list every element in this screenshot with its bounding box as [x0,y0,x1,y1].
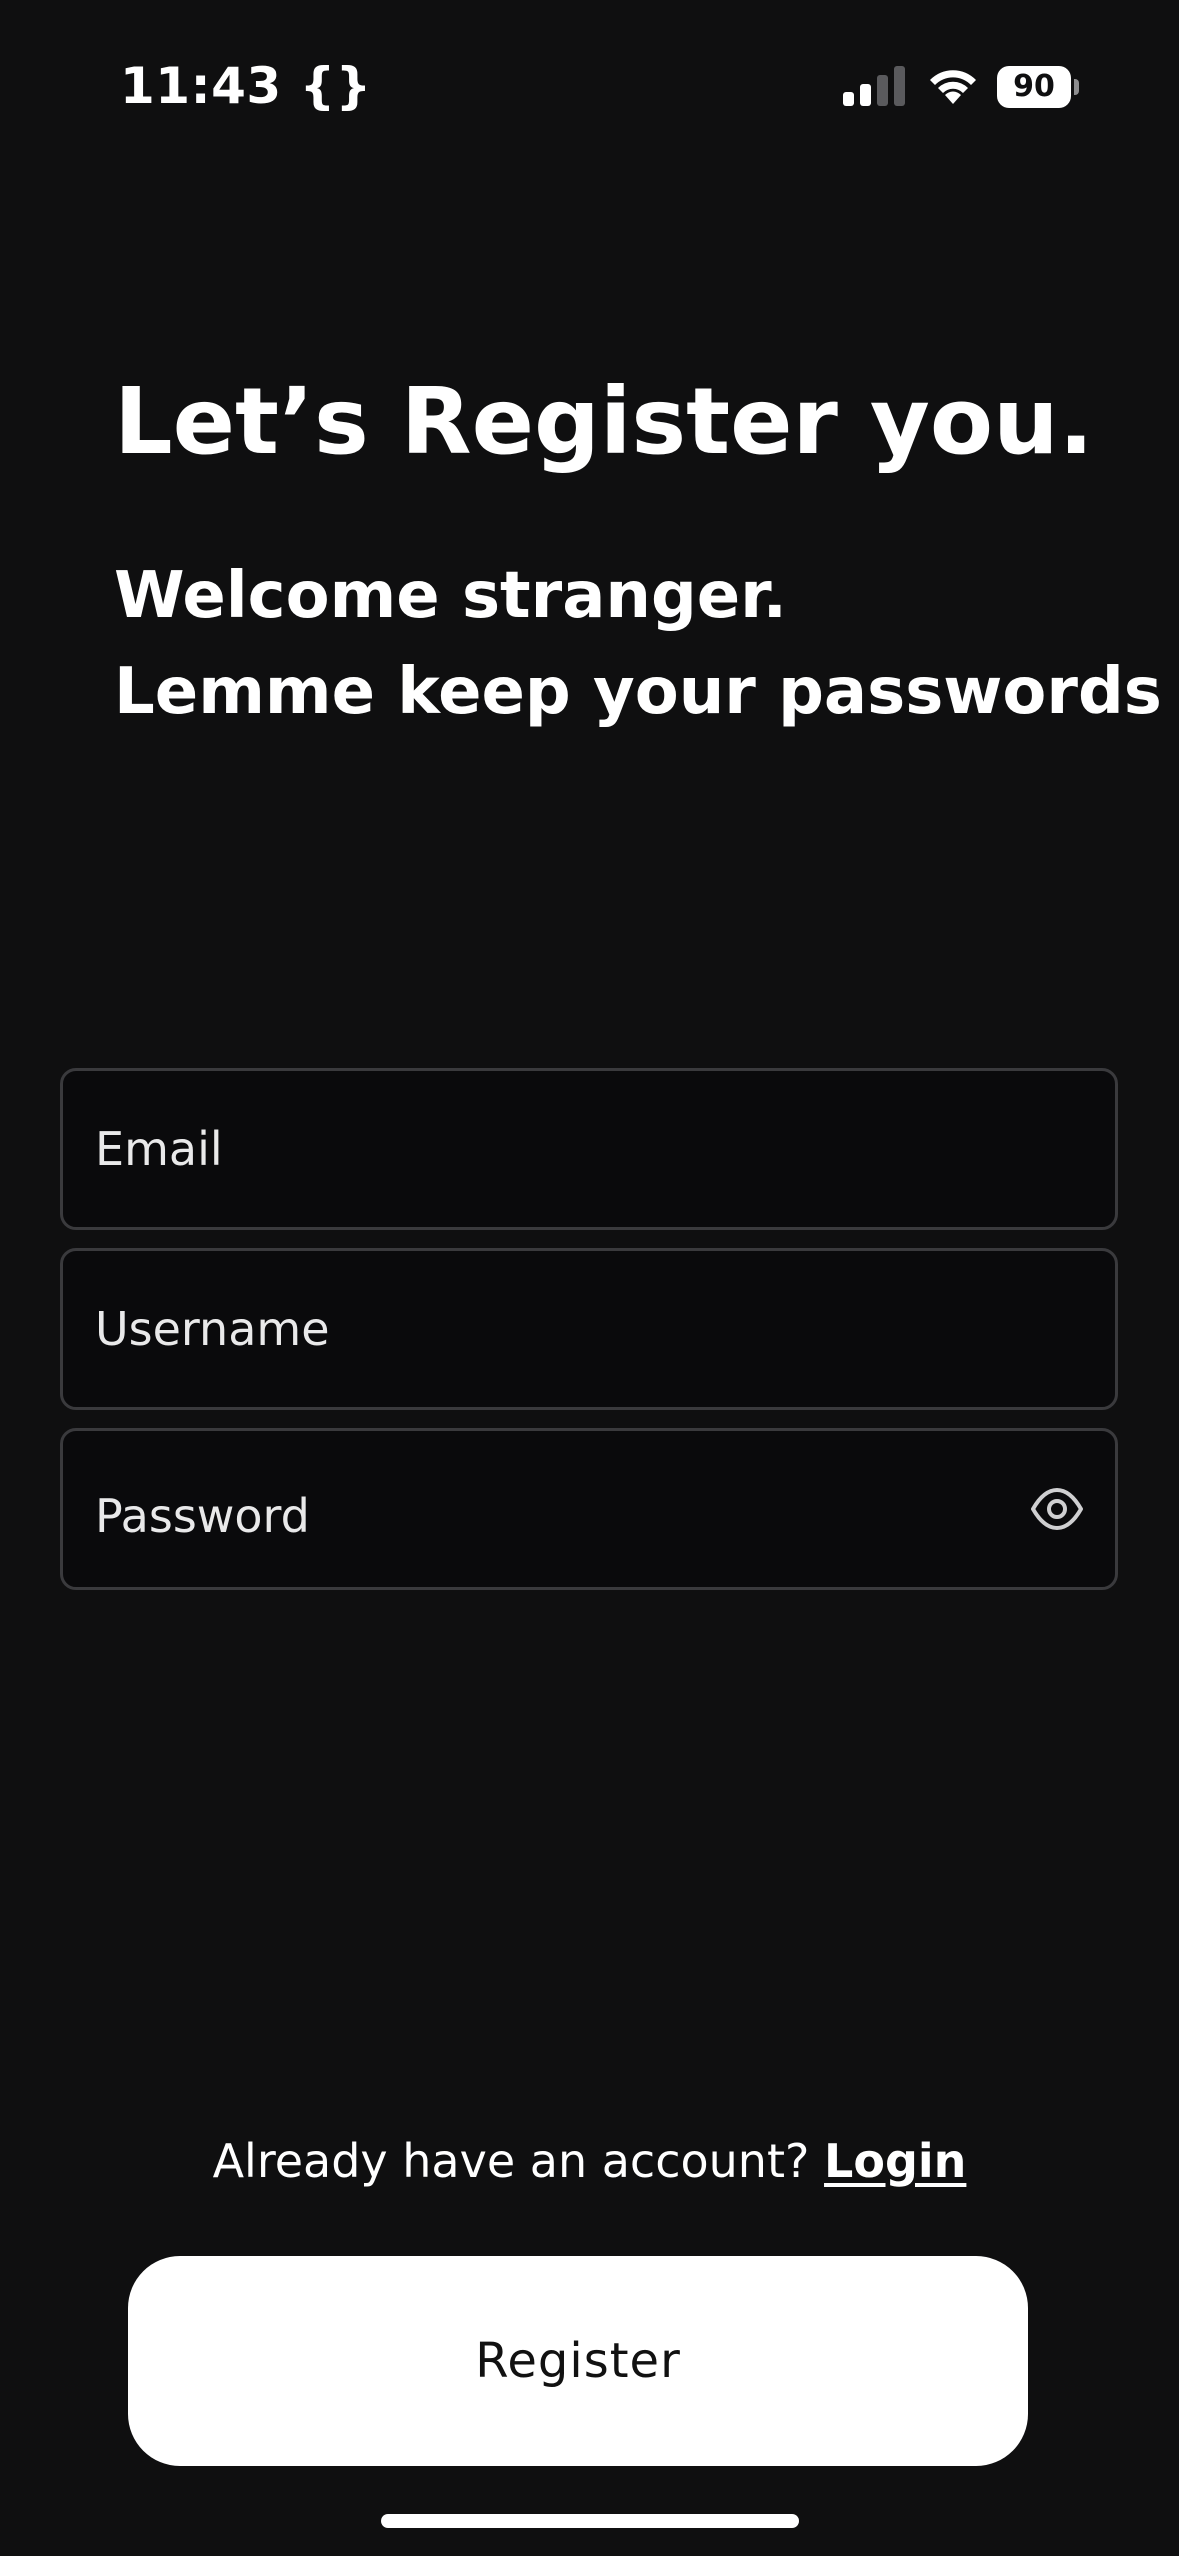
login-link[interactable]: Login [824,2134,966,2188]
register-button[interactable]: Register [128,2256,1028,2466]
status-bar: 11:43 {} 90 [0,0,1179,170]
eye-icon[interactable] [1029,1481,1085,1537]
username-field-container[interactable] [60,1248,1118,1410]
page-subtitle: Welcome stranger. Lemme keep your passwo… [114,548,1162,740]
subtitle-line-1: Welcome stranger. [114,559,787,633]
login-prompt-text: Already have an account? [212,2134,825,2188]
email-field[interactable] [95,1071,995,1227]
home-indicator [381,2514,799,2528]
cellular-signal-icon [843,66,905,106]
password-field-container[interactable] [60,1428,1118,1591]
status-time: 11:43 {} [120,57,372,115]
wifi-icon [930,70,976,104]
password-field[interactable] [95,1441,995,1591]
email-field-container[interactable] [60,1068,1118,1230]
page-title: Let’s Register you. [114,368,1094,475]
login-prompt-row: Already have an account? Login [0,2128,1179,2194]
battery-level: 90 [997,66,1071,108]
battery-icon: 90 [997,66,1079,108]
username-field[interactable] [95,1251,995,1407]
subtitle-line-2: Lemme keep your passwords [114,655,1162,729]
battery-tip [1074,79,1079,95]
